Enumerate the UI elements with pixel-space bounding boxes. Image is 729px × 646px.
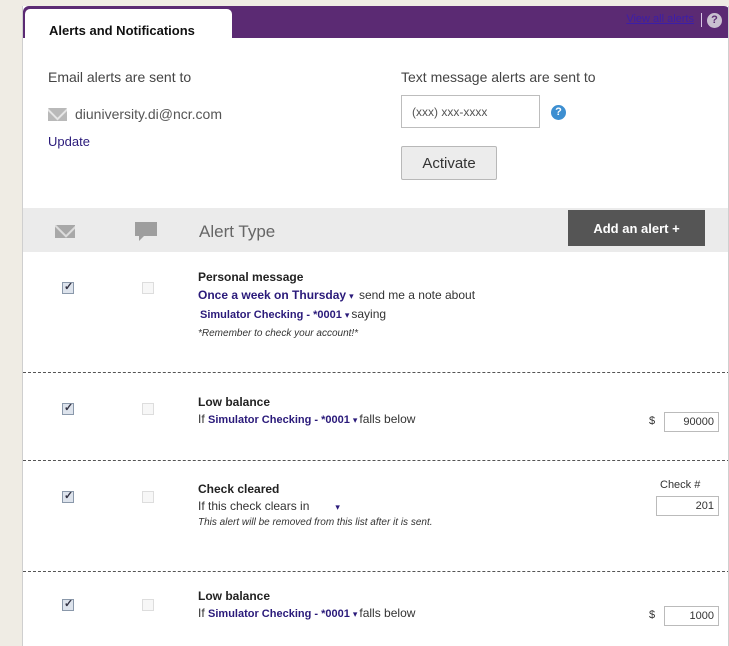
alert-title: Low balance bbox=[198, 589, 271, 603]
chat-bubble-icon bbox=[135, 222, 157, 241]
alert-row: Low balance If Simulator Checking - *000… bbox=[23, 373, 728, 459]
condition-text: If this check clears in bbox=[198, 499, 310, 513]
view-all-alerts-link[interactable]: View all alerts bbox=[626, 13, 694, 25]
alert-type-header: Alert Type bbox=[199, 222, 276, 241]
alert-row: Check cleared If this check clears in ▾ T… bbox=[23, 461, 728, 571]
account-dropdown[interactable]: Simulator Checking - *0001 bbox=[208, 414, 350, 426]
condition-suffix: falls below bbox=[359, 412, 416, 426]
account-suffix: saying bbox=[351, 307, 387, 321]
chevron-down-icon[interactable]: ▾ bbox=[349, 291, 354, 301]
currency-symbol: $ bbox=[649, 415, 656, 427]
alert-condition-line: If Simulator Checking - *0001 ▾ falls belo… bbox=[198, 606, 415, 620]
alert-title: Check cleared bbox=[198, 482, 280, 496]
chevron-down-icon[interactable]: ▾ bbox=[353, 415, 358, 425]
currency-symbol: $ bbox=[649, 609, 656, 621]
text-alerts-label: Text message alerts are sent to bbox=[401, 69, 596, 85]
divider bbox=[701, 13, 702, 27]
alert-note: This alert will be removed from this lis… bbox=[198, 517, 433, 528]
sms-checkbox[interactable] bbox=[142, 599, 154, 611]
chevron-down-icon[interactable]: ▾ bbox=[345, 310, 350, 320]
add-alert-button[interactable]: Add an alert + bbox=[568, 210, 705, 246]
amount-input[interactable] bbox=[664, 412, 719, 432]
amount-input[interactable] bbox=[664, 606, 719, 626]
alert-condition-line: If Simulator Checking - *0001 ▾ falls belo… bbox=[198, 412, 415, 426]
alert-condition-line: If this check clears in ▾ bbox=[198, 499, 342, 513]
frequency-dropdown[interactable]: Once a week on Thursday bbox=[198, 288, 346, 302]
alert-title: Personal message bbox=[198, 270, 304, 284]
chevron-down-icon[interactable]: ▾ bbox=[353, 609, 358, 619]
alerts-panel: Alerts and Notifications View all alerts… bbox=[22, 6, 729, 646]
check-number-input[interactable] bbox=[656, 496, 719, 516]
email-address-row: diuniversity.di@ncr.com bbox=[48, 106, 222, 122]
email-checkbox[interactable] bbox=[62, 489, 74, 503]
sms-checkbox[interactable] bbox=[142, 282, 154, 294]
account-dropdown[interactable]: Simulator Checking - *0001 bbox=[200, 309, 342, 321]
check-number-label: Check # bbox=[660, 479, 701, 491]
sms-checkbox[interactable] bbox=[142, 491, 154, 503]
alert-account-line: Simulator Checking - *0001 ▾ saying bbox=[200, 307, 386, 321]
alert-row: Low balance If Simulator Checking - *000… bbox=[23, 572, 728, 646]
alert-row: Personal message Once a week on Thursday… bbox=[23, 252, 728, 372]
frequency-suffix: send me a note about bbox=[358, 288, 476, 302]
email-checkbox[interactable] bbox=[62, 401, 74, 415]
email-address: diuniversity.di@ncr.com bbox=[75, 106, 222, 122]
top-bar: Alerts and Notifications View all alerts… bbox=[23, 6, 728, 39]
help-icon[interactable]: ? bbox=[707, 13, 722, 28]
envelope-icon bbox=[55, 225, 75, 238]
email-checkbox[interactable] bbox=[62, 597, 74, 611]
help-icon[interactable]: ? bbox=[551, 105, 566, 120]
phone-number-input[interactable] bbox=[401, 95, 540, 128]
sms-checkbox[interactable] bbox=[142, 403, 154, 415]
activate-button[interactable]: Activate bbox=[401, 146, 497, 180]
condition-suffix: falls below bbox=[359, 606, 416, 620]
alert-title: Low balance bbox=[198, 395, 271, 409]
message-text[interactable]: *Remember to check your account!* bbox=[198, 328, 358, 339]
update-email-link[interactable]: Update bbox=[48, 134, 90, 149]
alert-frequency-line: Once a week on Thursday ▾ send me a note … bbox=[198, 288, 475, 302]
email-alerts-label: Email alerts are sent to bbox=[48, 69, 192, 85]
condition-prefix: If bbox=[198, 606, 205, 620]
chevron-down-icon[interactable]: ▾ bbox=[335, 502, 340, 512]
account-dropdown[interactable]: Simulator Checking - *0001 bbox=[208, 608, 350, 620]
email-checkbox[interactable] bbox=[62, 280, 74, 294]
tab-alerts-notifications[interactable]: Alerts and Notifications bbox=[25, 9, 232, 39]
envelope-icon bbox=[48, 107, 67, 121]
condition-prefix: If bbox=[198, 412, 205, 426]
